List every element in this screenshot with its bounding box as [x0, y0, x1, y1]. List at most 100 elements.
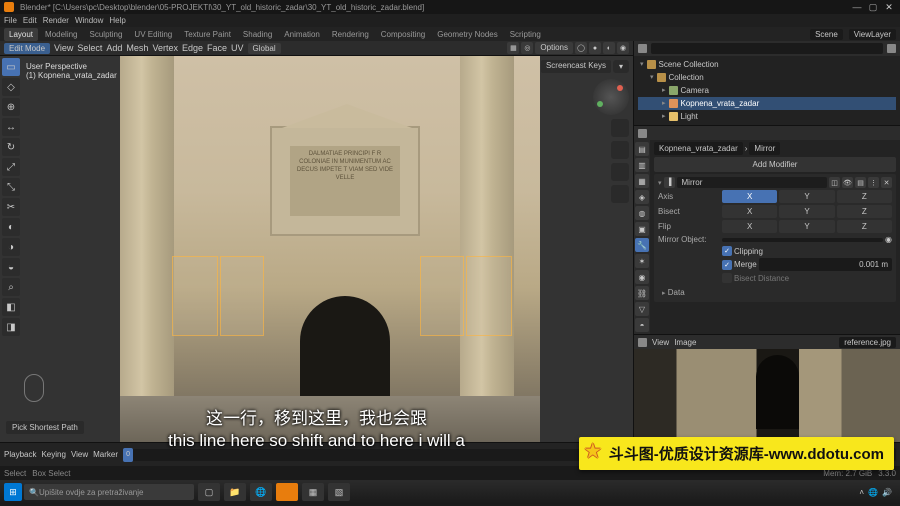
tab-mesh-data[interactable]: ▽: [635, 302, 649, 316]
tab-particles[interactable]: ✶: [635, 254, 649, 268]
tab-object[interactable]: ▣: [635, 222, 649, 236]
outliner-mode-icon[interactable]: [638, 44, 647, 53]
mirror-object-field[interactable]: [722, 238, 883, 242]
outliner-row-collection[interactable]: ▾Collection: [638, 71, 896, 84]
shading-render-icon[interactable]: ◉: [617, 42, 629, 54]
tab-rendering[interactable]: Rendering: [327, 28, 374, 41]
tool-cursor[interactable]: ◇: [2, 78, 20, 96]
tab-physics[interactable]: ◉: [635, 270, 649, 284]
tab-scripting[interactable]: Scripting: [505, 28, 546, 41]
nav-gizmo-3d[interactable]: [593, 79, 629, 115]
window-minimize-button[interactable]: —: [850, 1, 864, 13]
axis-z-button[interactable]: Z: [837, 190, 892, 203]
image-editor-icon[interactable]: [638, 338, 647, 347]
menu-render[interactable]: Render: [43, 16, 69, 25]
merge-checkbox[interactable]: ✓: [722, 260, 732, 270]
ie-menu-view[interactable]: View: [652, 338, 669, 347]
crumb-modifier[interactable]: Mirror: [749, 142, 780, 155]
vp-menu-view[interactable]: View: [54, 43, 73, 53]
tray-chevron-icon[interactable]: ˄: [859, 488, 864, 497]
flip-x-button[interactable]: X: [722, 220, 777, 233]
mod-delete-button[interactable]: ✕: [881, 177, 892, 188]
tool-rotate[interactable]: ↔: [2, 118, 20, 136]
tool-transform[interactable]: ⤢: [2, 158, 20, 176]
tab-uv-editing[interactable]: UV Editing: [129, 28, 177, 41]
nav-pan-icon[interactable]: [611, 141, 629, 159]
shading-matprev-icon[interactable]: ◐: [603, 42, 615, 54]
tab-modifiers[interactable]: 🔧: [635, 238, 649, 252]
crumb-object[interactable]: Kopnena_vrata_zadar: [654, 142, 743, 155]
viewlayer-selector[interactable]: ViewLayer: [849, 29, 896, 40]
tl-menu-playback[interactable]: Playback: [4, 450, 36, 459]
tool-inset[interactable]: ◑: [2, 238, 20, 256]
nav-camera-icon[interactable]: [611, 163, 629, 181]
nav-persp-icon[interactable]: [611, 185, 629, 203]
ie-menu-image[interactable]: Image: [674, 338, 696, 347]
tab-material[interactable]: ◓: [635, 318, 649, 332]
outliner-row-scene-collection[interactable]: ▾Scene Collection: [638, 58, 896, 71]
vp-menu-uv[interactable]: UV: [231, 43, 244, 53]
tab-viewlayer[interactable]: ▦: [635, 174, 649, 188]
tool-bevel[interactable]: ◒: [2, 258, 20, 276]
vp-menu-add[interactable]: Add: [106, 43, 122, 53]
eyedropper-icon[interactable]: ◉: [885, 235, 892, 244]
image-editor-canvas[interactable]: [634, 349, 900, 442]
bisect-x-button[interactable]: X: [722, 205, 777, 218]
vp-menu-mesh[interactable]: Mesh: [126, 43, 148, 53]
tab-world[interactable]: ◍: [635, 206, 649, 220]
tab-layout[interactable]: Layout: [4, 28, 38, 41]
tool-knife[interactable]: ◧: [2, 298, 20, 316]
tool-move[interactable]: ⊕: [2, 98, 20, 116]
shading-wire-icon[interactable]: ◯: [575, 42, 587, 54]
mode-selector[interactable]: Edit Mode: [4, 43, 50, 54]
outliner-row-camera[interactable]: ▸Camera: [638, 84, 896, 97]
tab-shading[interactable]: Shading: [238, 28, 277, 41]
bisect-distance-checkbox[interactable]: ✓: [722, 273, 732, 283]
clipping-checkbox[interactable]: ✓: [722, 246, 732, 256]
tool-measure[interactable]: ✂: [2, 198, 20, 216]
tab-modeling[interactable]: Modeling: [40, 28, 82, 41]
tray-volume-icon[interactable]: 🔊: [882, 488, 892, 497]
tool-extrude[interactable]: ◐: [2, 218, 20, 236]
taskbar-app-blender[interactable]: [276, 483, 298, 501]
flip-z-button[interactable]: Z: [837, 220, 892, 233]
tool-polybuild[interactable]: ◨: [2, 318, 20, 336]
tool-select-box[interactable]: ▭: [2, 58, 20, 76]
tab-scene[interactable]: ◈: [635, 190, 649, 204]
window-maximize-button[interactable]: ▢: [866, 1, 880, 13]
mod-editmode-toggle[interactable]: ◫: [829, 177, 840, 188]
mod-realtime-toggle[interactable]: 👁: [842, 177, 853, 188]
tl-menu-keying[interactable]: Keying: [41, 450, 65, 459]
add-modifier-button[interactable]: Add Modifier: [654, 157, 896, 172]
proportional-edit-icon[interactable]: ◎: [521, 42, 533, 54]
axis-y-button[interactable]: Y: [779, 190, 834, 203]
tab-constraints[interactable]: ⛓: [635, 286, 649, 300]
system-tray[interactable]: ˄ 🌐 🔊: [859, 488, 896, 497]
outliner-filter-icon[interactable]: [887, 44, 896, 53]
window-close-button[interactable]: ✕: [882, 1, 896, 13]
start-button[interactable]: ⊞: [4, 483, 22, 501]
bisect-z-button[interactable]: Z: [837, 205, 892, 218]
bisect-y-button[interactable]: Y: [779, 205, 834, 218]
vp-menu-face[interactable]: Face: [207, 43, 227, 53]
outliner-tree[interactable]: ▾Scene Collection ▾Collection ▸Camera ▸K…: [634, 56, 900, 125]
taskbar-app-browser[interactable]: 🌐: [250, 483, 272, 501]
3d-viewport[interactable]: DALMATIAE PRINCIPI F R COLONIAE IN MUNIM…: [0, 56, 633, 442]
tab-geometry-nodes[interactable]: Geometry Nodes: [432, 28, 502, 41]
vp-menu-select[interactable]: Select: [77, 43, 102, 53]
flip-y-button[interactable]: Y: [779, 220, 834, 233]
tool-loopcut[interactable]: ⌕: [2, 278, 20, 296]
mod-render-toggle[interactable]: ▤: [855, 177, 866, 188]
outliner-search[interactable]: [651, 43, 883, 54]
mod-extras-icon[interactable]: ⋮: [868, 177, 879, 188]
menu-window[interactable]: Window: [75, 16, 103, 25]
tl-menu-marker[interactable]: Marker: [93, 450, 118, 459]
viewport-options[interactable]: Options: [535, 42, 573, 54]
shading-solid-icon[interactable]: ●: [589, 42, 601, 54]
nav-zoom-icon[interactable]: [611, 119, 629, 137]
tab-texture-paint[interactable]: Texture Paint: [179, 28, 236, 41]
merge-distance-field[interactable]: 0.001 m: [759, 258, 892, 271]
modifier-expand-icon[interactable]: ▾: [658, 179, 662, 187]
tab-output[interactable]: ▥: [635, 158, 649, 172]
taskbar-app-generic[interactable]: ▧: [328, 483, 350, 501]
